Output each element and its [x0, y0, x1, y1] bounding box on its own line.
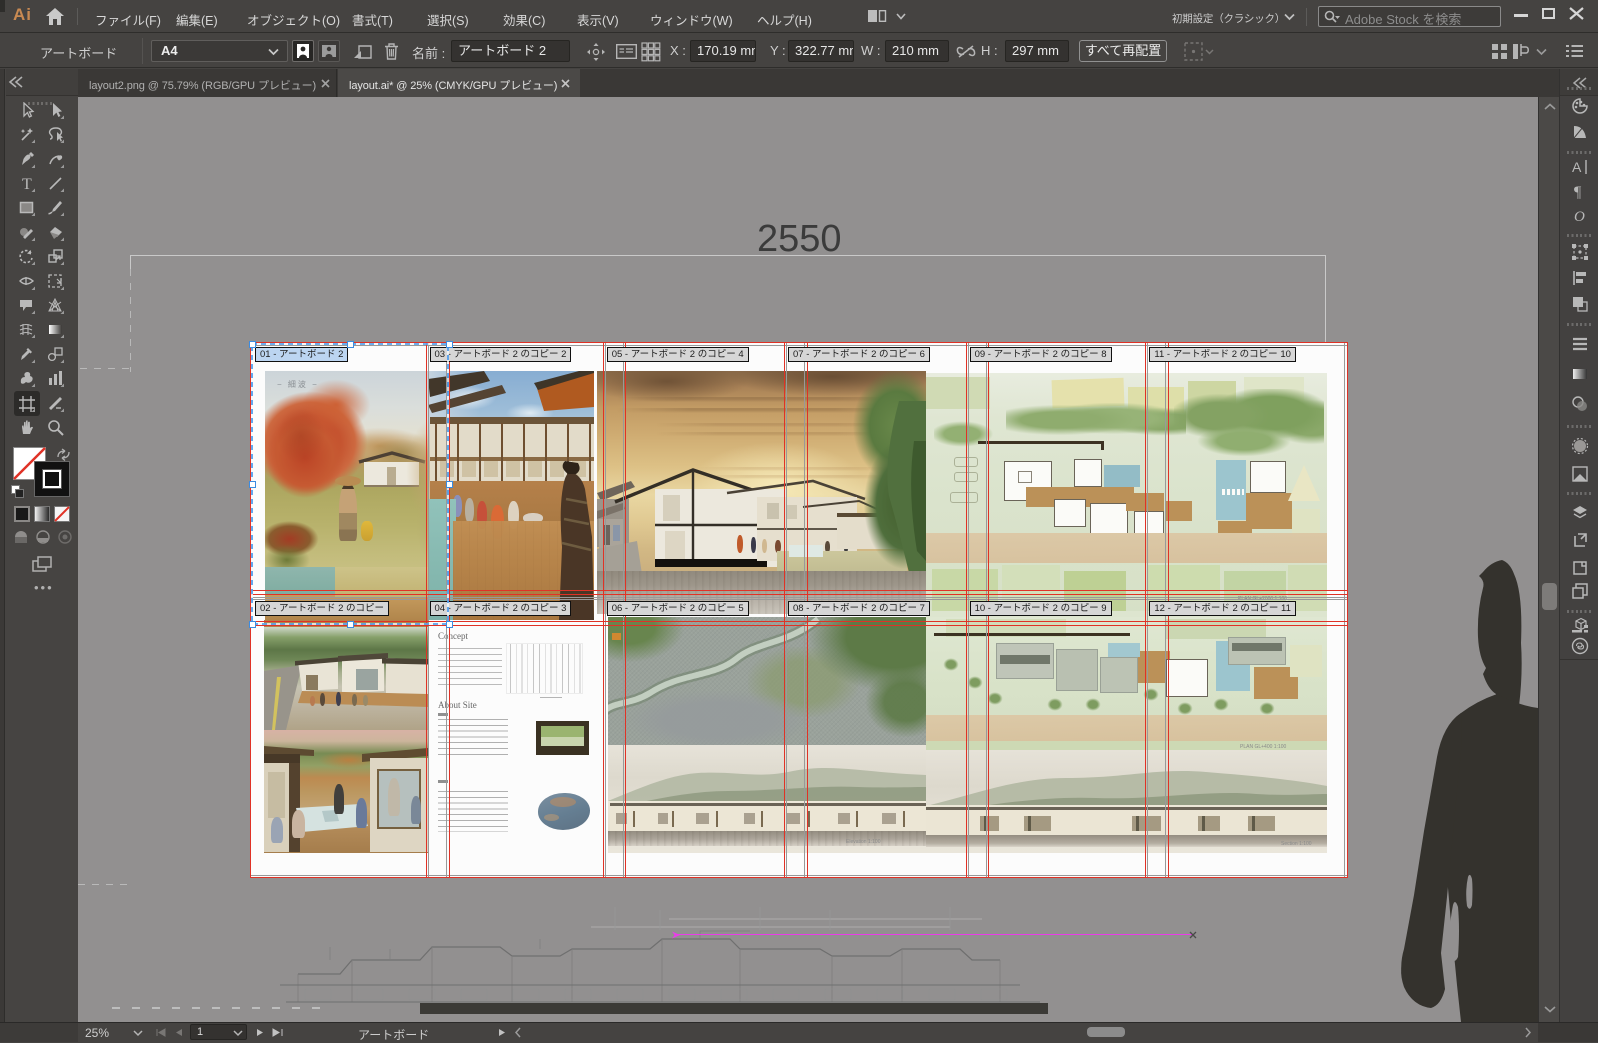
- svg-text:¶: ¶: [1574, 184, 1582, 200]
- svg-text:T: T: [22, 176, 32, 193]
- svg-text:A: A: [1572, 159, 1582, 175]
- svg-text:O: O: [1574, 209, 1585, 225]
